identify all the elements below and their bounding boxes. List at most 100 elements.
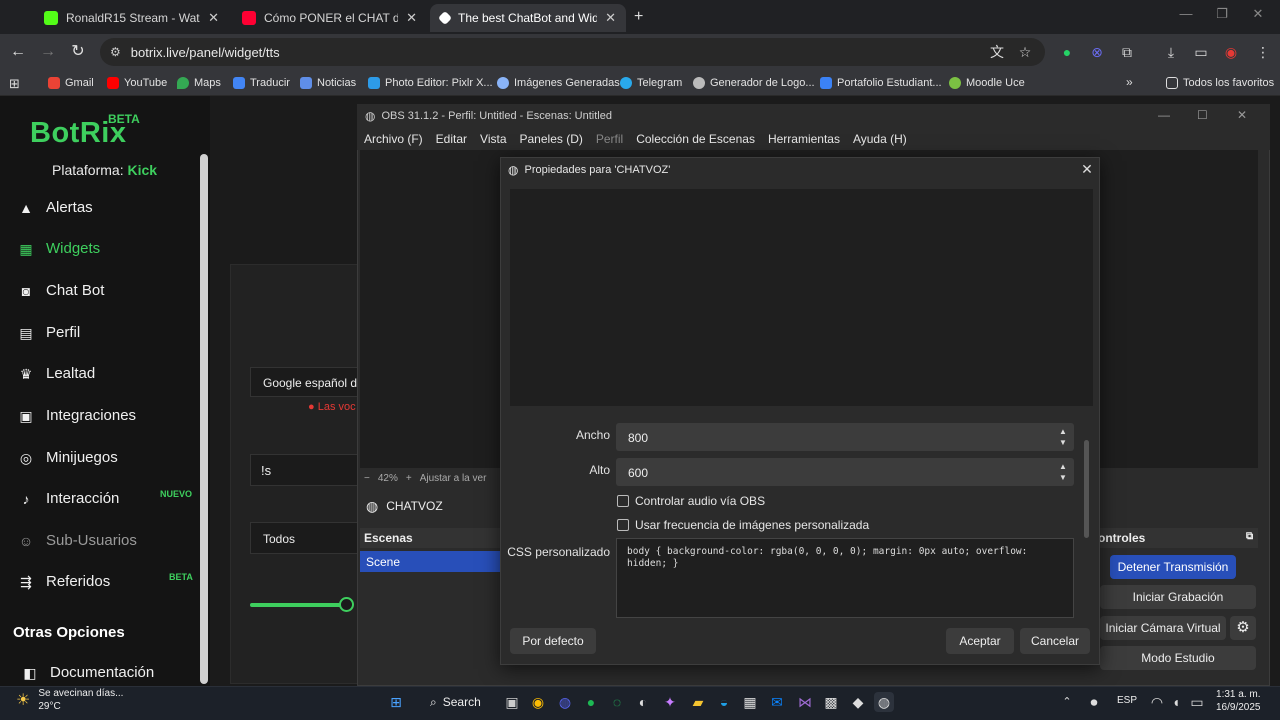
bookmark-maps[interactable]: Maps [177, 77, 221, 89]
show-hidden-icons-icon[interactable]: ⌃ [1057, 692, 1077, 712]
battery-icon[interactable]: ▭ [1187, 692, 1207, 712]
microphone-icon[interactable]: ⏺ [1084, 692, 1104, 712]
menu-paneles[interactable]: Paneles (D) [520, 132, 583, 146]
stop-stream-button[interactable]: Detener Transmisión [1110, 555, 1236, 579]
volume-slider-thumb[interactable] [339, 597, 354, 612]
bookmark-telegram[interactable]: Telegram [620, 77, 682, 89]
bookmark-all-favorites[interactable]: Todos los favoritos [1166, 77, 1274, 89]
dialog-scrollbar[interactable] [1084, 440, 1089, 538]
scene-list-item[interactable]: Scene [360, 551, 500, 572]
fit-to-window-label[interactable]: Ajustar a la ver [420, 473, 487, 484]
custom-css-textarea[interactable]: body { background-color: rgba(0, 0, 0, 0… [616, 538, 1074, 618]
custom-fps-checkbox[interactable]: Usar frecuencia de imágenes personalizad… [617, 518, 869, 532]
sidebar-item-lealtad[interactable]: ♛ Lealtad [18, 365, 96, 382]
start-menu-icon[interactable]: ⊞ [386, 692, 406, 712]
cancel-button[interactable]: Cancelar [1020, 628, 1090, 654]
chrome-taskbar-icon[interactable]: ◉ [528, 692, 548, 712]
menu-ayuda[interactable]: Ayuda (H) [853, 132, 907, 146]
outlook-taskbar-icon[interactable]: ✉ [767, 692, 787, 712]
sidebar-item-perfil[interactable]: ▤ Perfil [18, 324, 80, 341]
sidebar-item-minijuegos[interactable]: ◎ Minijuegos [18, 449, 118, 466]
command-input[interactable]: !s [250, 454, 360, 486]
undock-icon[interactable]: ⧉ [1246, 531, 1253, 542]
studio-mode-button[interactable]: Modo Estudio [1100, 646, 1256, 670]
zoom-in-icon[interactable]: + [406, 473, 412, 484]
bookmark-gmail[interactable]: Gmail [48, 77, 94, 89]
height-spinner-down-icon[interactable]: ▼ [1056, 472, 1070, 483]
file-explorer-taskbar-icon[interactable]: ▰ [688, 692, 708, 712]
new-tab-icon[interactable]: + [634, 8, 643, 26]
checkbox-box[interactable] [617, 519, 629, 531]
weather-widget[interactable]: ☀ Se avecinan días... 29°C [16, 687, 123, 713]
extension-purple-icon[interactable]: ⊗ [1088, 43, 1106, 61]
bookmark-youtube[interactable]: YouTube [107, 77, 167, 89]
accept-button[interactable]: Aceptar [946, 628, 1014, 654]
sidebar-scrollbar[interactable] [200, 154, 208, 684]
site-info-icon[interactable]: ⚙ [110, 45, 121, 59]
reload-icon[interactable]: ↻ [68, 42, 88, 62]
menu-perfil[interactable]: Perfil [596, 132, 623, 146]
obs-minimize-icon[interactable]: — [1158, 108, 1170, 122]
more-bookmarks-icon[interactable]: » [1126, 75, 1133, 89]
volume-slider-track[interactable] [250, 603, 346, 607]
sidebar-item-referidos[interactable]: ⇶ Referidos [18, 573, 110, 590]
browser-tab-kick[interactable]: RonaldR15 Stream - Watch Live ✕ [34, 4, 229, 32]
back-icon[interactable]: ← [8, 42, 28, 62]
menu-dots-icon[interactable]: ⋮ [1254, 43, 1272, 61]
browser-tab-botrix[interactable]: The best ChatBot and Widgets ✕ [430, 4, 626, 32]
bookmark-moodle[interactable]: Moodle Uce [949, 77, 1025, 89]
start-recording-button[interactable]: Iniciar Grabación [1100, 585, 1256, 609]
keyboard-language[interactable]: ESP [1117, 695, 1137, 706]
permission-select[interactable]: Todos [250, 522, 360, 554]
height-spinner-up-icon[interactable]: ▲ [1056, 461, 1070, 472]
zoom-out-icon[interactable]: − [364, 473, 370, 484]
sidebar-item-interaccion[interactable]: ♪ Interacción [18, 490, 120, 507]
app-taskbar-icon[interactable]: ▩ [821, 692, 841, 712]
close-tab-icon[interactable]: ✕ [406, 10, 417, 26]
edge-taskbar-icon[interactable]: ◒ [714, 692, 734, 712]
bookmark-pixlr[interactable]: Photo Editor: Pixlr X... [368, 77, 493, 89]
translate-icon[interactable]: 文 [988, 43, 1006, 61]
apps-grid-icon[interactable]: ⊞ [9, 76, 20, 92]
defaults-button[interactable]: Por defecto [510, 628, 596, 654]
bookmark-noticias[interactable]: Noticias [300, 77, 356, 89]
menu-archivo[interactable]: Archivo (F) [364, 132, 423, 146]
menu-editar[interactable]: Editar [436, 132, 467, 146]
sidebar-item-sub-usuarios[interactable]: ☺ Sub-Usuarios [18, 532, 137, 549]
spotify-taskbar-icon[interactable]: ● [581, 692, 601, 712]
menu-herramientas[interactable]: Herramientas [768, 132, 840, 146]
close-tab-icon[interactable]: ✕ [605, 10, 616, 26]
discord-taskbar-icon[interactable]: ◍ [555, 692, 575, 712]
bookmark-imagenes[interactable]: Imágenes Generadas [497, 77, 620, 89]
voice-select[interactable]: Google español de [250, 367, 360, 397]
width-input[interactable]: 800 [616, 423, 1074, 451]
extensions-puzzle-icon[interactable]: ⧉ [1118, 43, 1136, 61]
visual-studio-taskbar-icon[interactable]: ⋈ [795, 692, 815, 712]
sidebar-item-integraciones[interactable]: ▣ Integraciones [18, 407, 136, 424]
sidebar-item-chat-bot[interactable]: ◙ Chat Bot [18, 282, 105, 299]
platform-indicator[interactable]: Plataforma: Kick [52, 162, 157, 178]
store-taskbar-icon[interactable]: ▦ [740, 692, 760, 712]
whatsapp-taskbar-icon[interactable]: ◌ [607, 692, 627, 712]
close-tab-icon[interactable]: ✕ [208, 10, 219, 26]
system-clock[interactable]: 1:31 a. m. 16/9/2025 [1216, 688, 1261, 714]
menu-coleccion-escenas[interactable]: Colección de Escenas [636, 132, 755, 146]
virtual-camera-settings-gear-icon[interactable]: ⚙ [1230, 616, 1256, 640]
sidebar-item-documentacion[interactable]: ◧ Documentación [22, 664, 154, 681]
volume-icon[interactable]: ◖ [1166, 692, 1186, 712]
forward-icon[interactable]: → [38, 42, 58, 62]
obs-close-icon[interactable]: ✕ [1237, 108, 1247, 122]
width-spinner-up-icon[interactable]: ▲ [1056, 426, 1070, 437]
dialog-close-icon[interactable]: ✕ [1078, 160, 1096, 178]
steam-taskbar-icon[interactable]: ◐ [633, 692, 653, 712]
minimize-window-icon[interactable]: — [1172, 6, 1200, 28]
width-spinner-down-icon[interactable]: ▼ [1056, 437, 1070, 448]
extension-green-icon[interactable]: ● [1058, 43, 1076, 61]
close-window-icon[interactable]: ✕ [1244, 6, 1272, 28]
menu-vista[interactable]: Vista [480, 132, 506, 146]
address-bar[interactable]: ⚙ botrix.live/panel/widget/tts [100, 38, 1045, 66]
taskbar-search[interactable]: ⌕ Search [420, 691, 492, 713]
browser-tab-youtube[interactable]: Cómo PONER el CHAT de KICK ✕ [232, 4, 427, 32]
download-icon[interactable]: ⤓ [1162, 43, 1180, 61]
maximize-window-icon[interactable]: ❐ [1208, 6, 1236, 28]
